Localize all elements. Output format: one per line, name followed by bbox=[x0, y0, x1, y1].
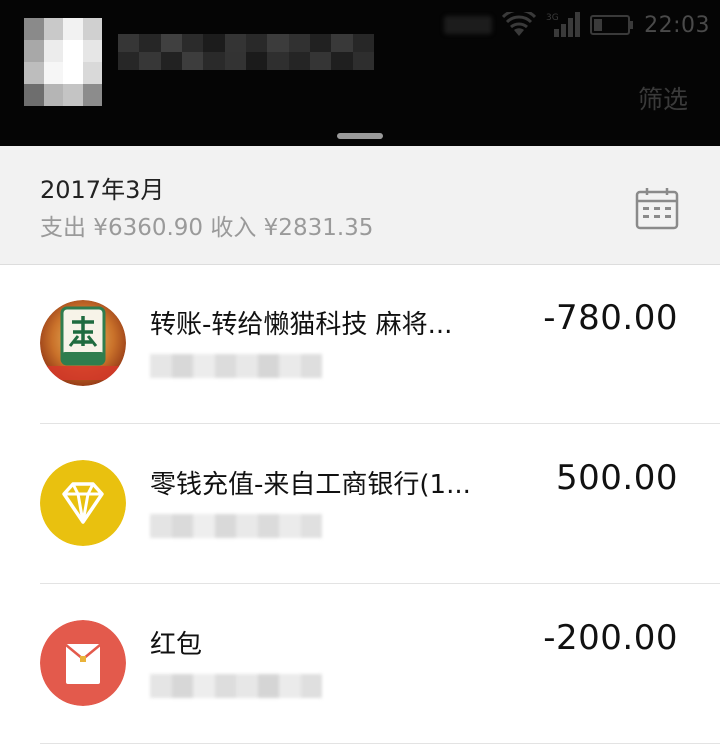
transaction-title: 红包 bbox=[150, 630, 203, 660]
transaction-amount: 500.00 bbox=[556, 458, 678, 498]
battery-icon bbox=[590, 13, 634, 37]
top-header: 3G 22:03 筛选 bbox=[0, 0, 720, 146]
transaction-row[interactable]: 红包 -200.00 bbox=[0, 584, 720, 744]
transaction-list: 转账-转给懒猫科技 麻将... -780.00 零钱充值-来自工商银行(1...… bbox=[0, 264, 720, 744]
transaction-row[interactable]: 零钱充值-来自工商银行(1... 500.00 bbox=[0, 424, 720, 584]
month-title: 2017年3月 bbox=[40, 176, 165, 204]
transaction-title: 零钱充值-来自工商银行(1... bbox=[150, 470, 471, 500]
status-bar: 3G 22:03 bbox=[444, 8, 710, 42]
blurred-timestamp bbox=[150, 674, 322, 698]
pixelated-username bbox=[118, 34, 374, 70]
wifi-icon bbox=[502, 12, 537, 38]
cell-signal-icon: 3G bbox=[546, 11, 581, 39]
filter-button[interactable]: 筛选 bbox=[638, 80, 688, 116]
status-time: 22:03 bbox=[644, 12, 710, 38]
red-packet-icon bbox=[40, 620, 126, 706]
diamond-icon bbox=[40, 460, 126, 546]
pixelated-avatar bbox=[24, 18, 102, 106]
network-type-label: 3G bbox=[546, 13, 559, 23]
status-blurred-glyphs bbox=[444, 16, 493, 34]
drag-handle[interactable] bbox=[337, 133, 383, 139]
month-summary-bar: 2017年3月 支出 ¥6360.90 收入 ¥2831.35 bbox=[0, 146, 720, 265]
calendar-icon[interactable] bbox=[634, 186, 680, 232]
blurred-timestamp bbox=[150, 354, 322, 378]
transaction-amount: -200.00 bbox=[543, 618, 678, 658]
mahjong-app-icon bbox=[40, 300, 126, 386]
transaction-row[interactable]: 转账-转给懒猫科技 麻将... -780.00 bbox=[0, 264, 720, 424]
blurred-timestamp bbox=[150, 514, 322, 538]
month-totals: 支出 ¥6360.90 收入 ¥2831.35 bbox=[40, 215, 374, 241]
transaction-title: 转账-转给懒猫科技 麻将... bbox=[150, 310, 453, 340]
transaction-amount: -780.00 bbox=[543, 298, 678, 338]
